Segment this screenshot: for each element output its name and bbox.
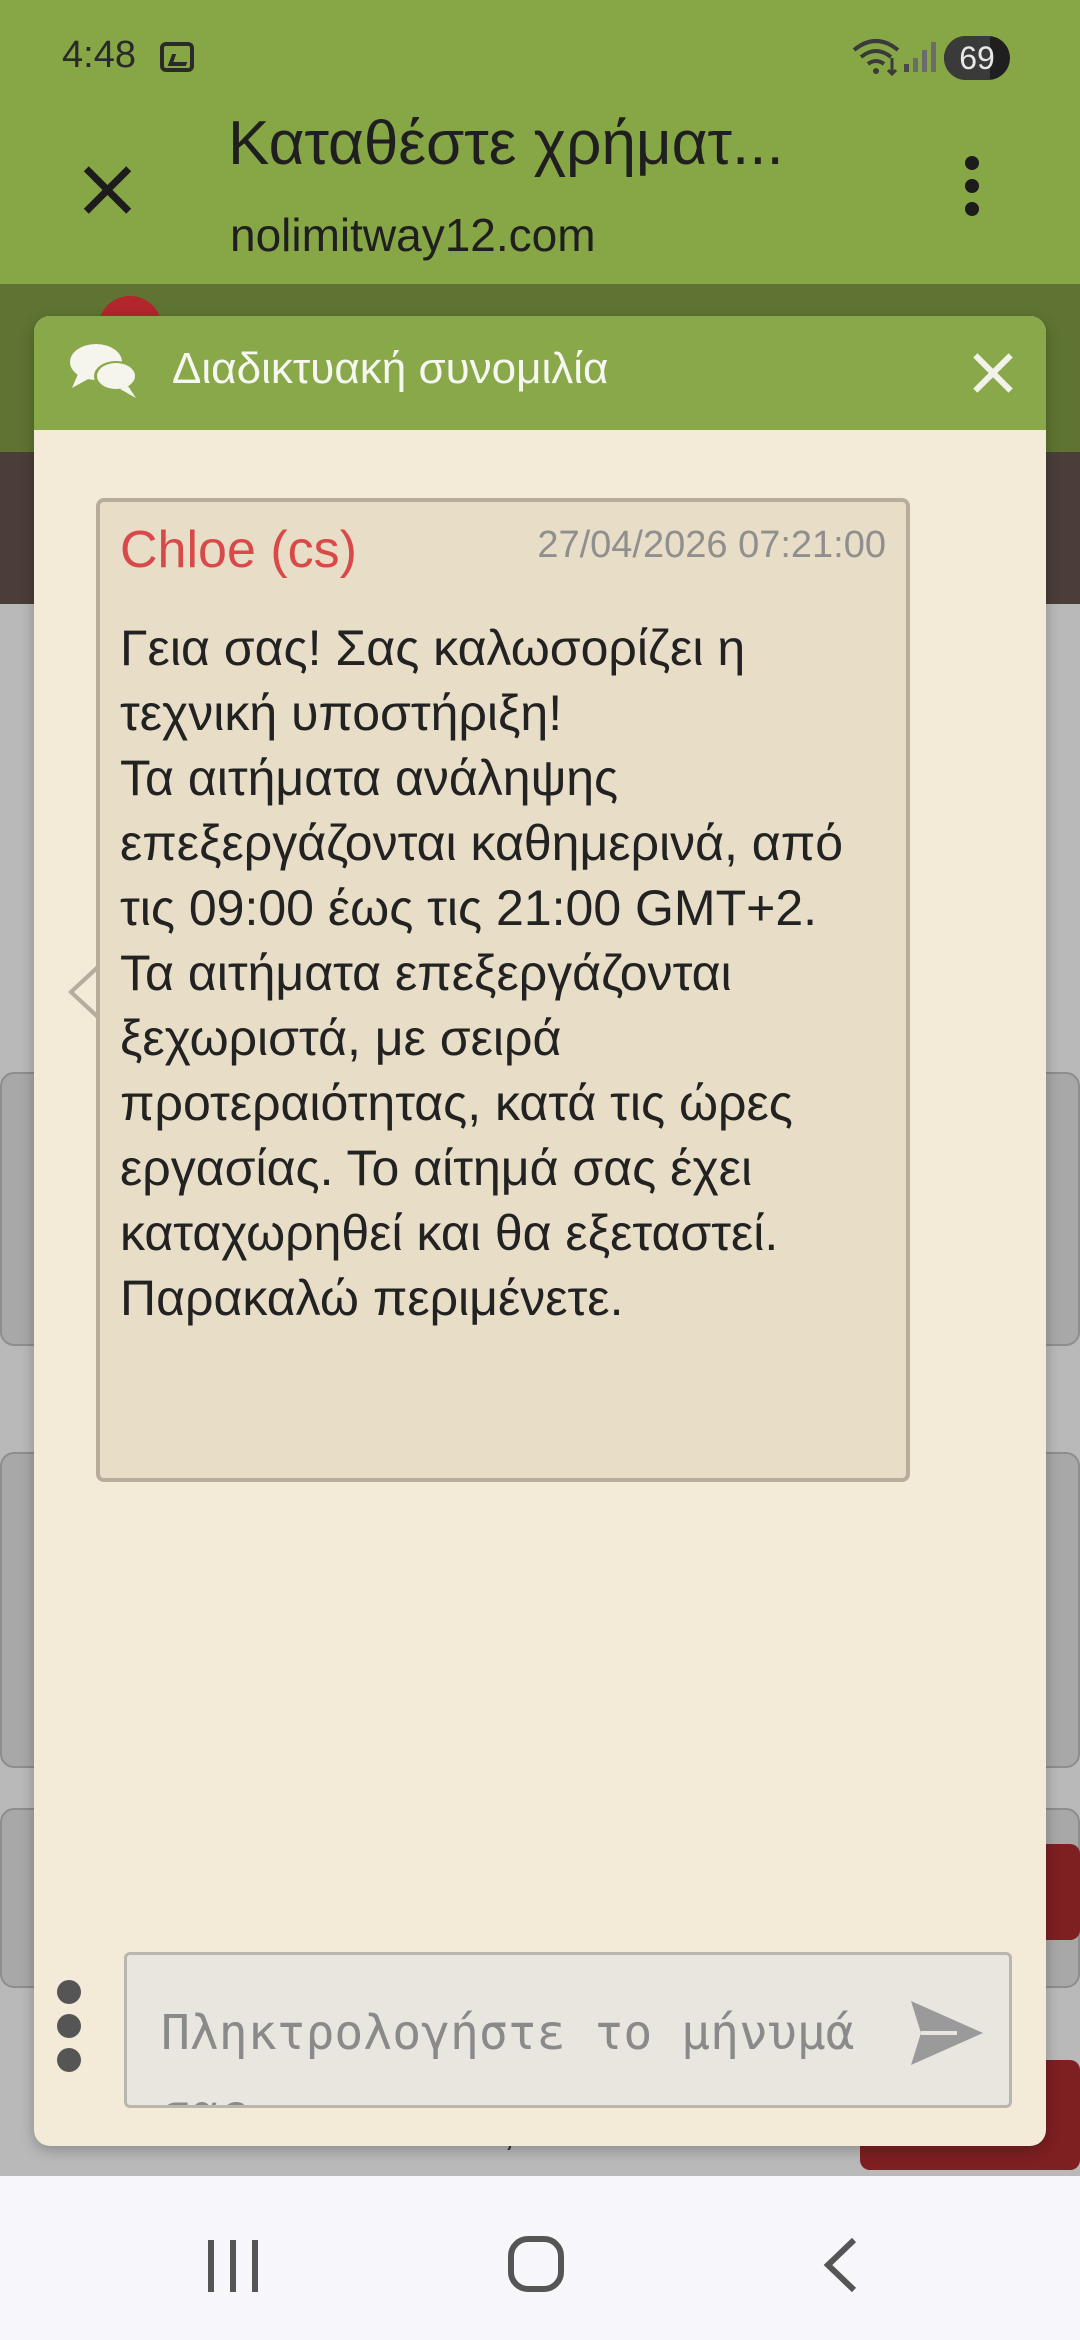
page-title: Καταθέστε χρήματ... [228,109,784,178]
signal-icon [904,42,936,72]
message-text: Γεια σας! Σας καλωσορίζει η τεχνική υποσ… [120,616,880,1331]
chat-options-icon[interactable] [56,1980,82,2072]
close-icon[interactable] [78,158,138,218]
back-icon[interactable] [820,2236,860,2294]
page-url: nolimitway12.com [230,209,596,261]
wifi-icon [852,39,900,76]
chat-header: Διαδικτυακή συνομιλία [34,316,1046,430]
battery-level: 69 [959,40,995,76]
message-paragraph: Γεια σας! Σας καλωσορίζει η τεχνική υποσ… [120,620,746,741]
send-icon[interactable] [907,1997,987,2069]
message-timestamp: 27/04/2026 07:21:00 [537,524,886,566]
chat-close-icon[interactable] [970,350,1016,396]
chat-title: Διαδικτυακή συνομιλία [172,344,609,393]
message-paragraph: Τα αιτήματα επεξεργάζονται ξεχωριστά, με… [120,945,793,1326]
screenshot-icon [160,42,194,72]
message-input-placeholder: Πληκτρολογήστε το μήνυμά σας [161,2005,855,2105]
more-vert-icon[interactable] [962,156,982,216]
recent-apps-icon[interactable] [208,2240,260,2292]
home-icon[interactable] [508,2236,564,2292]
message-bubble: Chloe (cs) 27/04/2026 07:21:00 Γεια σας!… [96,498,910,1482]
chat-window: Διαδικτυακή συνομιλία Chloe (cs) 27/04/2… [34,316,1046,2146]
message-input[interactable]: Πληκτρολογήστε το μήνυμά σας [124,1952,1012,2108]
chat-bubbles-icon [70,344,138,398]
message-sender: Chloe (cs) [120,521,357,579]
status-time: 4:48 [62,34,136,76]
message-paragraph: Τα αιτήματα ανάληψης επεξεργάζονται καθη… [120,750,844,936]
browser-header: 4:48 69 Καταθέστε χρήματ... nolimitway12… [0,0,1080,284]
battery-indicator: 69 [944,36,1010,80]
